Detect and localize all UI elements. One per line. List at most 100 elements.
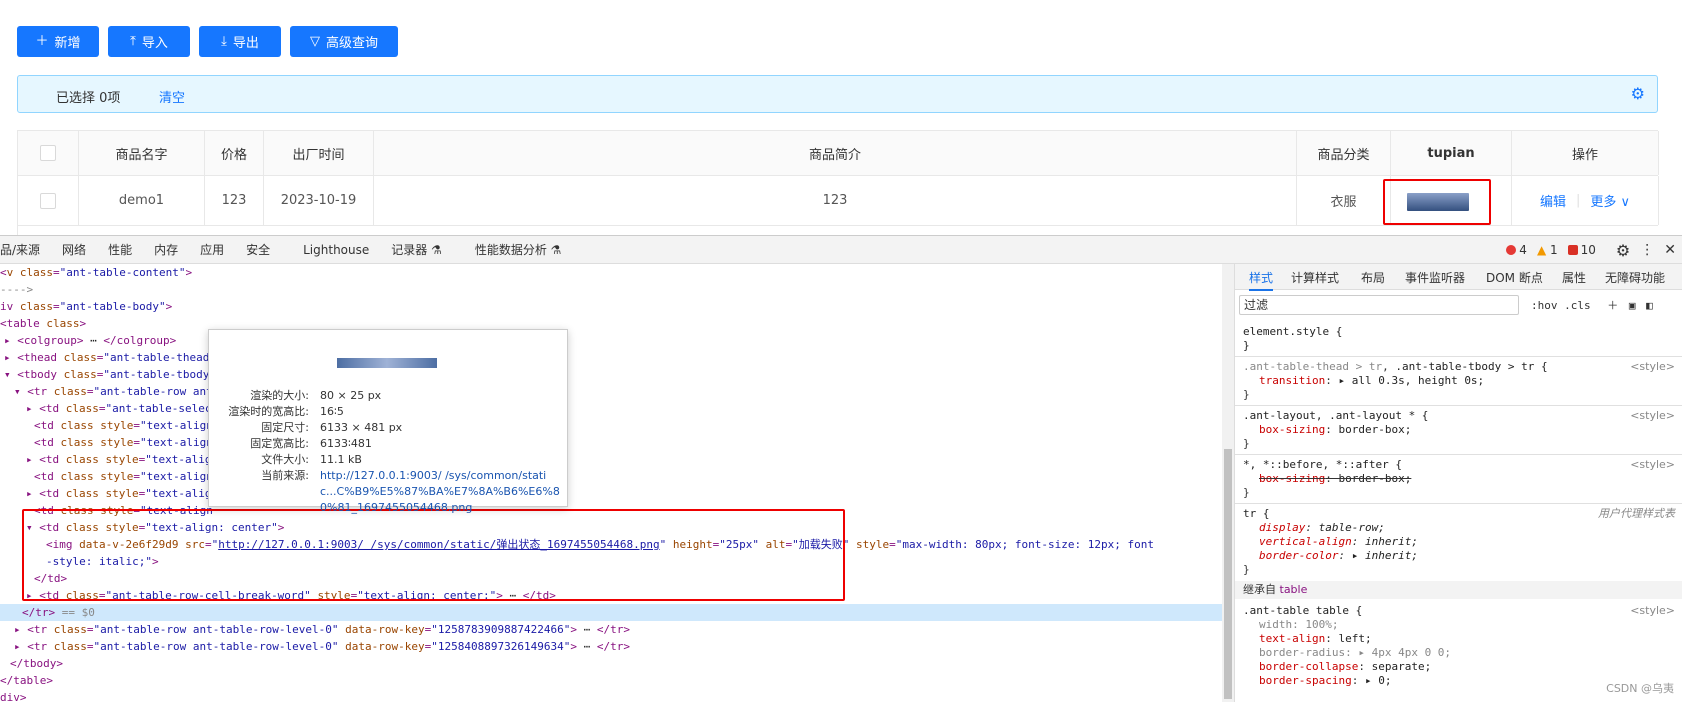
header-image[interactable]: tupian (1391, 131, 1512, 175)
import-button[interactable]: ⤒ 导入 (108, 26, 190, 57)
dom-line[interactable]: ▸ <thead class="ant-table-thead" (4, 349, 216, 366)
image-preview (337, 358, 437, 368)
cell-price: 123 (205, 176, 264, 225)
dom-line[interactable]: iv class="ant-table-body"> (0, 298, 172, 315)
cell-category: 衣服 (1297, 176, 1391, 225)
dom-line[interactable]: ▾ <tr class="ant-table-row ant (14, 383, 213, 400)
tab-accessibility[interactable]: 无障碍功能 (1605, 269, 1665, 286)
cell-actions: 编辑 | 更多 ∨ (1512, 176, 1659, 225)
tab-application[interactable]: 应用 (189, 241, 235, 258)
tab-network[interactable]: 网络 (51, 241, 97, 258)
style-rule: .ant-table-thead > tr, .ant-table-tbody … (1243, 360, 1675, 373)
dom-line[interactable]: ▸ <td class style="text-align (26, 451, 218, 468)
more-link[interactable]: 更多 ∨ (1590, 191, 1630, 210)
dom-line[interactable]: ▸ <tr class="ant-table-row ant-table-row… (14, 638, 630, 655)
gear-icon[interactable]: ⚙ (1616, 241, 1630, 260)
dom-line[interactable]: <td class style="text-align (34, 434, 213, 451)
error-count[interactable]: 4 (1506, 243, 1527, 257)
dom-line[interactable]: ▸ <colgroup> ⋯ </colgroup> (4, 332, 176, 349)
dom-line[interactable]: <table class> (0, 315, 86, 332)
tooltip-row: 当前来源: http://127.0.0.1:9003/ /sys/common/… (261, 469, 560, 514)
devtools-tabs: 品/来源 网络 性能 内存 应用 安全 Lighthouse 记录器 ⚗ 性能数… (0, 236, 1682, 264)
issue-count[interactable]: 10 (1567, 243, 1596, 257)
header-category[interactable]: 商品分类 (1297, 131, 1391, 175)
advanced-query-button[interactable]: ▽ 高级查询 (290, 26, 398, 57)
select-all-cell (18, 131, 79, 175)
elements-scrollbar[interactable] (1222, 264, 1234, 702)
header-name[interactable]: 商品名字 (79, 131, 205, 175)
tab-recorder[interactable]: 记录器 ⚗ (380, 241, 453, 258)
gear-icon[interactable]: ⚙ (1631, 84, 1645, 103)
dom-line[interactable]: ▾ <tbody class="ant-table-tbody" (4, 366, 216, 383)
filter-icon: ▽ (309, 34, 320, 49)
styles-filter-input[interactable]: 过滤 (1239, 295, 1519, 315)
add-rule-icon[interactable]: ＋ (1607, 299, 1618, 312)
watermark: CSDN @乌夷 (1606, 682, 1674, 695)
divider (1235, 356, 1682, 357)
paint-icon[interactable]: ▣ (1629, 299, 1636, 312)
style-rule: .ant-table table {<style> (1243, 604, 1675, 617)
style-rule: *, *::before, *::after {<style> (1243, 458, 1675, 471)
sidebar-toggle-icon[interactable]: ◧ (1646, 299, 1653, 312)
dom-line[interactable]: <td class style="text-align (34, 468, 213, 485)
style-rule: element.style { (1243, 325, 1343, 338)
tab-performance[interactable]: 性能 (97, 241, 143, 258)
tab-properties[interactable]: 属性 (1562, 269, 1586, 286)
dom-line[interactable]: ▸ <td class style="text-align (26, 485, 218, 502)
tab-dom-breakpoints[interactable]: DOM 断点 (1486, 269, 1543, 286)
error-icon (1506, 245, 1517, 255)
scrollbar-thumb[interactable] (1224, 449, 1232, 699)
warning-count[interactable]: ▲ 1 (1537, 243, 1558, 257)
selected-count: 已选择 0项 (56, 91, 121, 106)
tooltip-row: 固定宽高比: 6133∶481 (250, 437, 372, 450)
dom-line[interactable]: ▸ <tr class="ant-table-row ant-table-row… (14, 621, 630, 638)
style-decl: box-sizing: border-box; (1259, 423, 1412, 436)
more-vert-icon[interactable]: ⋮ (1640, 242, 1654, 258)
styles-pane: 样式 计算样式 布局 事件监听器 DOM 断点 属性 无障碍功能 过滤 :hov… (1234, 264, 1682, 702)
dom-line[interactable]: <v class="ant-table-content"> (0, 264, 192, 281)
select-all-checkbox[interactable] (40, 145, 56, 161)
clear-link[interactable]: 清空 (159, 87, 185, 106)
tab-security[interactable]: 安全 (235, 241, 281, 258)
edit-link[interactable]: 编辑 (1540, 191, 1566, 210)
inherited-from: 继承自 table (1235, 581, 1682, 599)
style-rule: } (1243, 563, 1250, 576)
tooltip-row: 文件大小: 11.1 kB (261, 453, 362, 466)
cell-name: demo1 (79, 176, 205, 225)
add-button[interactable]: ＋新增 (17, 26, 99, 57)
dom-line[interactable]: ▸ <td class="ant-table-select (26, 400, 218, 417)
tab-sources[interactable]: 品/来源 (0, 241, 51, 258)
cell-desc: 123 (374, 176, 1297, 225)
tab-perf-insights[interactable]: 性能数据分析 ⚗ (453, 241, 573, 258)
tab-memory[interactable]: 内存 (143, 241, 189, 258)
dom-line[interactable]: </tbody> (10, 655, 63, 672)
dom-line[interactable]: div> (0, 689, 27, 702)
style-decl-overridden: box-sizing: border-box; (1259, 472, 1412, 485)
product-image[interactable] (1407, 193, 1469, 211)
dom-line[interactable]: <td class style="text-align (34, 417, 213, 434)
header-date[interactable]: 出厂时间 (264, 131, 374, 175)
style-decl: border-spacing: ▸ 0; (1259, 674, 1392, 687)
divider (1235, 405, 1682, 406)
app-content: ＋新增 ⤒ 导入 ⤓ 导出 ▽ 高级查询 已选择 0项 清空 ⚙ 商品名字 价格 出厂… (0, 0, 1682, 235)
style-rule: } (1243, 339, 1250, 352)
tab-lighthouse[interactable]: Lighthouse (281, 243, 380, 257)
dom-line[interactable]: </table> (0, 672, 53, 689)
hov-cls-toggle[interactable]: :hov .cls (1531, 299, 1591, 312)
header-desc[interactable]: 商品简介 (374, 131, 1297, 175)
close-icon[interactable]: ✕ (1664, 242, 1676, 258)
style-decl: transition: ▸ all 0.3s, height 0s; (1259, 374, 1485, 387)
elements-tree: <v class="ant-table-content"> ----> iv c… (0, 264, 1222, 702)
dom-line-selected[interactable]: </tr> == $0 (0, 604, 1222, 621)
row-checkbox[interactable] (40, 192, 56, 209)
issue-icon (1567, 245, 1578, 255)
tab-styles[interactable]: 样式 (1249, 269, 1274, 291)
dom-line[interactable]: ----> (0, 281, 33, 298)
styles-tabs: 样式 计算样式 布局 事件监听器 DOM 断点 属性 无障碍功能 (1235, 264, 1682, 291)
tab-event-listeners[interactable]: 事件监听器 (1405, 269, 1465, 286)
header-actions: 操作 (1512, 131, 1659, 175)
header-price[interactable]: 价格 (205, 131, 264, 175)
tab-computed[interactable]: 计算样式 (1291, 269, 1339, 286)
export-button[interactable]: ⤓ 导出 (199, 26, 281, 57)
tab-layout[interactable]: 布局 (1361, 269, 1385, 286)
